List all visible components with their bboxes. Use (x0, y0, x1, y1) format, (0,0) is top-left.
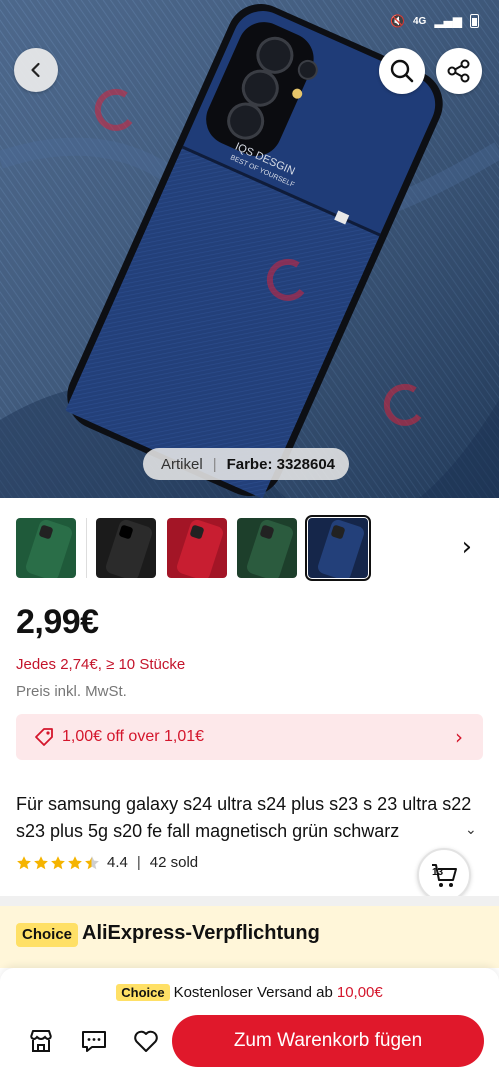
star-half-icon (85, 855, 99, 869)
tab-separator: | (212, 455, 217, 473)
product-image-gallery[interactable]: IQS DESGIN BEST OF YOURSELF 🔇 4G ▂▄▆ Art… (0, 0, 499, 498)
floating-cart-button[interactable]: 13 (417, 848, 471, 902)
variant-thumb-blue[interactable] (305, 515, 371, 581)
message-button[interactable] (79, 1026, 109, 1056)
network-indicator: 4G (412, 15, 427, 27)
sold-count: 42 sold (149, 854, 199, 871)
status-bar: 🔇 4G ▂▄▆ (390, 14, 479, 28)
star-icon (34, 855, 48, 869)
expand-title-icon[interactable]: ⌄ (465, 822, 477, 838)
product-title[interactable]: Für samsung galaxy s24 ultra s24 plus s2… (16, 791, 476, 845)
thumbs-divider (86, 518, 87, 578)
back-button[interactable] (14, 48, 58, 92)
media-tab-switcher[interactable]: Artikel | Farbe: 3328604 (143, 448, 349, 480)
wishlist-button[interactable] (131, 1026, 161, 1056)
share-button[interactable] (436, 48, 482, 94)
battery-icon (470, 14, 479, 28)
mute-icon: 🔇 (390, 14, 405, 28)
shipping-info: Choice Kostenloser Versand ab 10,00€ (0, 984, 499, 1001)
star-rating (16, 855, 100, 871)
cart-count: 13 (432, 867, 444, 878)
chevron-right-icon[interactable]: › (462, 534, 472, 560)
choice-title: AliExpress-Verpflichtung (82, 922, 320, 944)
search-icon (390, 59, 414, 83)
variant-thumb-red[interactable] (167, 518, 227, 578)
heart-icon (134, 1030, 158, 1052)
shipping-threshold: 10,00€ (336, 984, 383, 1001)
star-icon (68, 855, 82, 869)
price: 2,99€ (16, 603, 99, 641)
share-icon (447, 59, 470, 83)
variant-thumbnails: › (16, 515, 486, 581)
choice-badge: Choice (16, 923, 79, 947)
variant-thumb-green[interactable] (16, 518, 76, 578)
tag-icon (34, 727, 54, 747)
star-icon (17, 855, 31, 869)
signal-icon: ▂▄▆ (434, 14, 462, 28)
chevron-left-icon (31, 62, 40, 78)
variant-thumb-black[interactable] (96, 518, 156, 578)
add-to-cart-button[interactable]: Zum Warenkorb fügen (172, 1015, 484, 1067)
tab-artikel[interactable]: Artikel (161, 456, 203, 473)
coupon-text: 1,00€ off over 1,01€ (62, 728, 205, 745)
tab-farbe[interactable]: Farbe: 3328604 (227, 456, 335, 473)
rating-row[interactable]: 4.4 | 42 sold (16, 854, 198, 871)
coupon-banner[interactable]: 1,00€ off over 1,01€ › (16, 714, 483, 760)
variant-thumb-green-2[interactable] (237, 518, 297, 578)
chevron-right-icon: › (455, 725, 463, 749)
message-icon (82, 1031, 106, 1052)
section-gap (0, 896, 499, 906)
rating-value: 4.4 (107, 854, 128, 871)
bulk-price: Jedes 2,74€, ≥ 10 Stücke (16, 656, 186, 673)
tax-note: Preis inkl. MwSt. (16, 683, 127, 700)
choice-badge-small: Choice (116, 984, 170, 1001)
store-button[interactable] (26, 1026, 56, 1056)
shipping-text: Kostenloser Versand ab (173, 984, 333, 1001)
store-icon (30, 1030, 52, 1052)
search-button[interactable] (379, 48, 425, 94)
star-icon (51, 855, 65, 869)
rating-divider: | (136, 854, 141, 871)
